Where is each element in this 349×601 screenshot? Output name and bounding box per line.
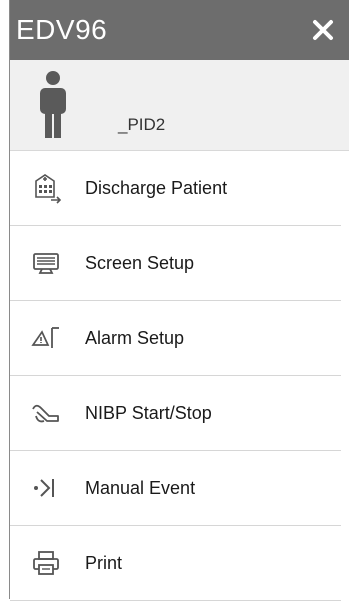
menu-item-label: Discharge Patient bbox=[85, 177, 228, 198]
menu-item-alarm-setup[interactable]: Alarm Setup bbox=[10, 301, 341, 376]
close-icon bbox=[313, 20, 333, 40]
discharge-patient-icon bbox=[29, 171, 63, 205]
title-bar: EDV96 bbox=[10, 0, 349, 60]
menu-item-label: Manual Event bbox=[85, 477, 196, 498]
patient-info[interactable]: _PID2 bbox=[10, 60, 349, 151]
menu-list: Discharge Patient Screen Setup Alarm Set… bbox=[10, 151, 349, 601]
menu-item-label: Print bbox=[85, 552, 123, 573]
menu-item-label: Screen Setup bbox=[85, 252, 195, 273]
menu-item-label: Alarm Setup bbox=[85, 327, 185, 348]
menu-item-label: NIBP Start/Stop bbox=[85, 402, 212, 423]
menu-item-discharge-patient[interactable]: Discharge Patient bbox=[10, 151, 341, 226]
menu-item-manual-event[interactable]: Manual Event bbox=[10, 451, 341, 526]
blood-pressure-cuff-icon bbox=[29, 396, 63, 430]
person-icon bbox=[40, 71, 66, 138]
menu-title: EDV96 bbox=[16, 14, 108, 45]
menu-item-print[interactable]: Print bbox=[10, 526, 341, 601]
close-button[interactable] bbox=[307, 14, 339, 46]
printer-icon bbox=[29, 546, 63, 580]
patient-id: _PID2 bbox=[118, 115, 166, 134]
menu-item-screen-setup[interactable]: Screen Setup bbox=[10, 226, 341, 301]
monitor-icon bbox=[29, 246, 63, 280]
menu-item-nibp-start-stop[interactable]: NIBP Start/Stop bbox=[10, 376, 341, 451]
patient-menu-panel: EDV96 _PID2 Discharge Patient Screen Set… bbox=[9, 0, 349, 601]
manual-event-icon bbox=[29, 471, 63, 505]
alarm-bell-icon bbox=[29, 321, 63, 355]
